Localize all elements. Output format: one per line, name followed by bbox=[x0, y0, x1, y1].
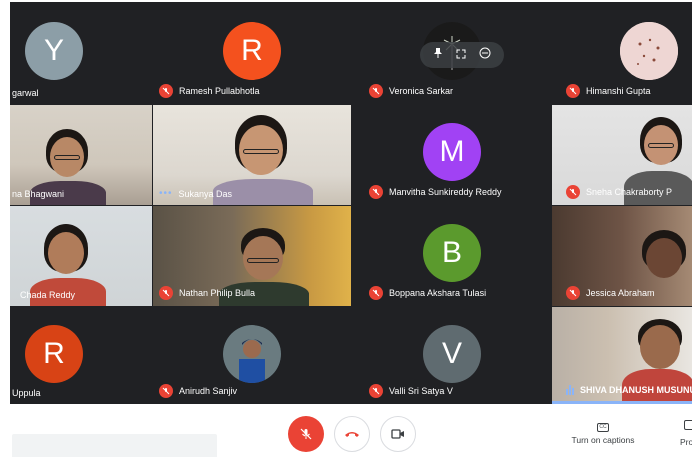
pattern-image bbox=[620, 22, 678, 80]
pin-icon[interactable] bbox=[433, 46, 443, 64]
tile-controls[interactable] bbox=[420, 42, 504, 68]
remove-icon[interactable] bbox=[479, 46, 491, 64]
leave-call-button[interactable] bbox=[334, 416, 370, 452]
camera-toggle-button[interactable] bbox=[380, 416, 416, 452]
audio-level-icon bbox=[566, 385, 574, 395]
participant-name: Chada Reddy bbox=[20, 290, 76, 300]
mic-off-icon bbox=[566, 286, 580, 300]
participant-name: Valli Sri Satya V bbox=[369, 384, 453, 398]
present-label[interactable]: Pro bbox=[680, 437, 692, 447]
captions-button[interactable]: CC Turn on captions bbox=[566, 420, 640, 445]
participant-tile[interactable]: V Valli Sri Satya V bbox=[353, 307, 551, 404]
participant-name: SHIVA DHANUSH MUSUNUR bbox=[566, 385, 692, 395]
participant-name: Ramesh Pullabhotla bbox=[159, 84, 260, 98]
microphone-toggle-button[interactable] bbox=[288, 416, 324, 452]
participant-name: Nathan Philip Bulla bbox=[159, 286, 255, 300]
participant-tile[interactable]: Himanshi Gupta bbox=[552, 2, 692, 104]
mic-off-icon bbox=[369, 185, 383, 199]
captions-icon: CC bbox=[597, 423, 609, 432]
meeting-grid: Y garwal R Ramesh Pullabhotla Veronica S… bbox=[10, 2, 692, 404]
mic-off-icon bbox=[566, 84, 580, 98]
present-icon[interactable] bbox=[684, 420, 692, 430]
captions-label: Turn on captions bbox=[571, 435, 635, 445]
participant-name: garwal bbox=[12, 88, 39, 98]
mic-off-icon bbox=[159, 384, 173, 398]
avatar: R bbox=[25, 325, 83, 383]
fullscreen-icon[interactable] bbox=[456, 46, 466, 64]
mic-off-icon bbox=[369, 286, 383, 300]
participant-name: Boppana Akshara Tulasi bbox=[369, 286, 486, 300]
participant-tile[interactable]: Anirudh Sanjiv bbox=[153, 307, 351, 404]
participant-name: Himanshi Gupta bbox=[566, 84, 651, 98]
participant-tile[interactable]: R Ramesh Pullabhotla bbox=[153, 2, 351, 104]
participant-name: Jessica Abraham bbox=[566, 286, 655, 300]
avatar: M bbox=[423, 123, 481, 181]
bottom-toolbar: CC Turn on captions Pro bbox=[0, 404, 692, 457]
participant-tile[interactable]: R Uppula bbox=[10, 307, 152, 404]
mic-off-icon bbox=[300, 428, 312, 440]
participant-name: ••• Sukanya Das bbox=[159, 188, 233, 199]
mic-off-icon bbox=[369, 384, 383, 398]
participant-name: Manvitha Sunkireddy Reddy bbox=[369, 185, 502, 199]
mic-off-icon bbox=[566, 185, 580, 199]
meeting-details-panel[interactable] bbox=[12, 434, 217, 457]
mic-off-icon bbox=[369, 84, 383, 98]
speaking-icon: ••• bbox=[159, 188, 173, 199]
avatar: B bbox=[423, 224, 481, 282]
participant-tile[interactable]: Y garwal bbox=[10, 2, 150, 104]
mic-off-icon bbox=[159, 286, 173, 300]
participant-name: Uppula bbox=[12, 388, 41, 398]
participant-name: na Bhagwani bbox=[12, 189, 65, 199]
participant-name: Veronica Sarkar bbox=[369, 84, 453, 98]
avatar: Y bbox=[25, 22, 83, 80]
participant-tile[interactable]: M Manvitha Sunkireddy Reddy bbox=[353, 105, 551, 205]
camera-icon bbox=[391, 429, 404, 439]
participant-video[interactable]: SHIVA DHANUSH MUSUNUR bbox=[552, 307, 692, 404]
avatar: V bbox=[423, 325, 481, 383]
avatar: R bbox=[223, 22, 281, 80]
participant-name: Anirudh Sanjiv bbox=[159, 384, 237, 398]
participant-tile[interactable]: B Boppana Akshara Tulasi bbox=[353, 206, 551, 306]
participant-video[interactable]: na Bhagwani bbox=[10, 105, 152, 205]
hang-up-icon bbox=[345, 432, 359, 437]
cricketer-image bbox=[223, 325, 281, 383]
mic-off-icon bbox=[159, 84, 173, 98]
participant-name: Sneha Chakraborty P bbox=[566, 185, 672, 199]
participant-video[interactable]: Jessica Abraham bbox=[552, 206, 692, 306]
participant-video[interactable]: Chada Reddy bbox=[10, 206, 152, 306]
avatar bbox=[620, 22, 678, 80]
avatar bbox=[223, 325, 281, 383]
participant-video[interactable]: ••• Sukanya Das bbox=[153, 105, 351, 205]
participant-video[interactable]: Nathan Philip Bulla bbox=[153, 206, 351, 306]
participant-video[interactable]: Sneha Chakraborty P bbox=[552, 105, 692, 205]
